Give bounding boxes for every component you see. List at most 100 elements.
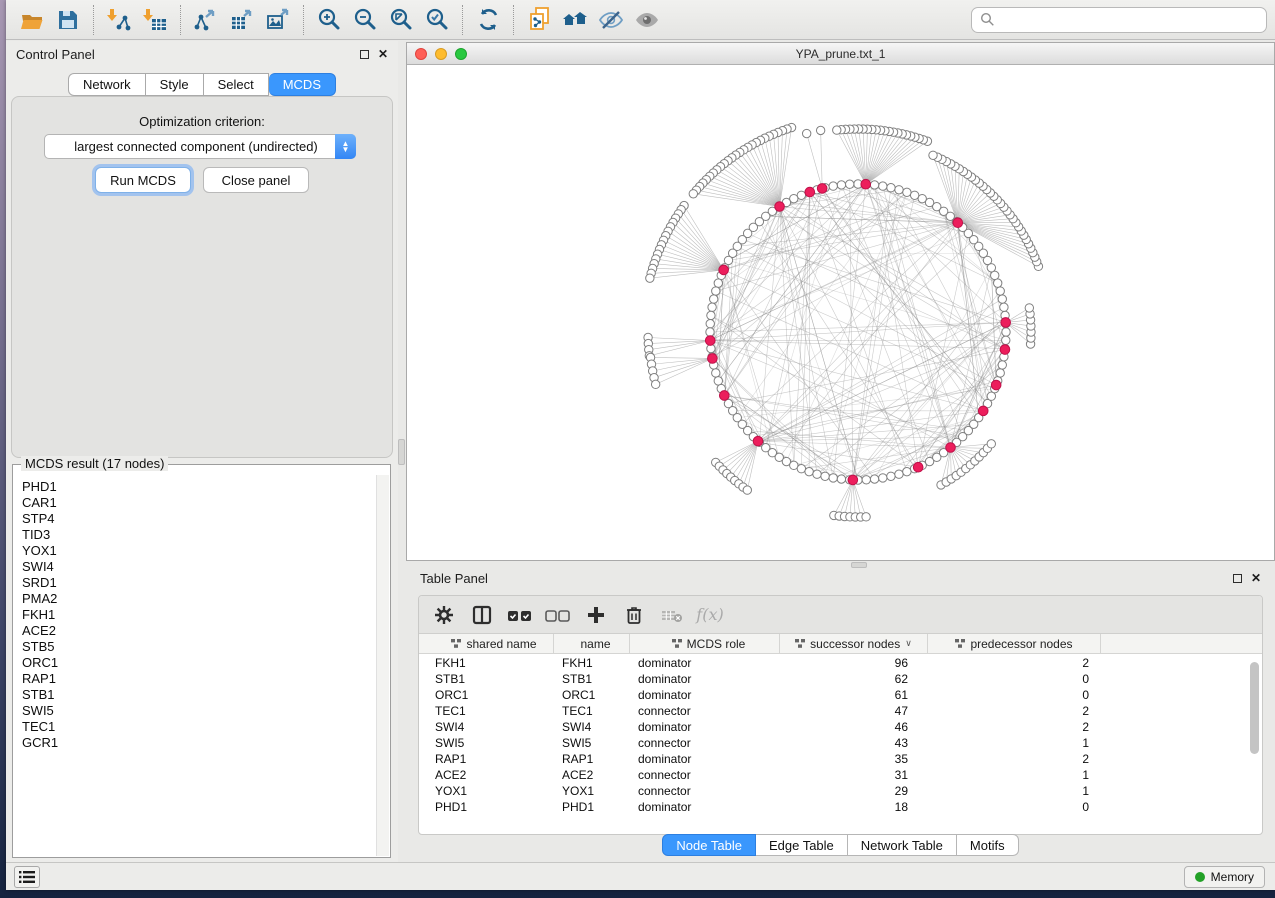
zoom-out-icon[interactable] <box>347 3 383 37</box>
mcds-list-scrollbar[interactable] <box>376 475 389 856</box>
zoom-in-icon[interactable] <box>311 3 347 37</box>
cell-shared-name[interactable]: RAP1 <box>419 752 554 766</box>
tab-select[interactable]: Select <box>204 73 269 96</box>
mcds-result-item[interactable]: PHD1 <box>22 479 376 495</box>
show-graphics-icon[interactable] <box>629 3 665 37</box>
cell-shared-name[interactable]: ORC1 <box>419 688 554 702</box>
column-header-shared-name[interactable]: shared name <box>419 634 554 653</box>
splitter-handle[interactable] <box>398 439 405 465</box>
cell-shared-name[interactable]: SWI4 <box>419 720 554 734</box>
cell-name[interactable]: SWI5 <box>554 736 630 750</box>
cell-successor-nodes[interactable]: 62 <box>780 672 928 686</box>
table-row[interactable]: SWI4 SWI4 dominator 46 2 <box>419 719 1249 735</box>
table-scrollbar-thumb[interactable] <box>1250 662 1259 754</box>
add-column-icon[interactable] <box>577 598 615 632</box>
delete-column-icon[interactable] <box>615 598 653 632</box>
network-graph[interactable] <box>407 65 1273 559</box>
mcds-result-item[interactable]: STB5 <box>22 639 376 655</box>
save-session-icon[interactable] <box>50 3 86 37</box>
cell-successor-nodes[interactable]: 43 <box>780 736 928 750</box>
cell-shared-name[interactable]: ACE2 <box>419 768 554 782</box>
cell-predecessor-nodes[interactable]: 1 <box>928 784 1101 798</box>
cell-name[interactable]: SWI4 <box>554 720 630 734</box>
float-panel-icon[interactable] <box>360 50 369 59</box>
tab-node-table[interactable]: Node Table <box>662 834 756 856</box>
column-header-successor-nodes[interactable]: successor nodes ∨ <box>780 634 928 653</box>
tab-motifs[interactable]: Motifs <box>957 834 1019 856</box>
cell-predecessor-nodes[interactable]: 2 <box>928 752 1101 766</box>
cell-shared-name[interactable]: YOX1 <box>419 784 554 798</box>
zoom-selected-icon[interactable] <box>419 3 455 37</box>
mcds-result-item[interactable]: YOX1 <box>22 543 376 559</box>
table-row[interactable]: ORC1 ORC1 dominator 61 0 <box>419 687 1249 703</box>
cell-shared-name[interactable]: SWI5 <box>419 736 554 750</box>
cell-name[interactable]: ORC1 <box>554 688 630 702</box>
mcds-result-item[interactable]: TID3 <box>22 527 376 543</box>
mcds-result-item[interactable]: ACE2 <box>22 623 376 639</box>
cell-successor-nodes[interactable]: 35 <box>780 752 928 766</box>
vertical-splitter[interactable] <box>398 41 405 862</box>
close-panel-button[interactable]: Close panel <box>203 167 309 193</box>
cell-name[interactable]: YOX1 <box>554 784 630 798</box>
tab-network-table[interactable]: Network Table <box>848 834 957 856</box>
close-table-panel-icon[interactable]: ✕ <box>1251 572 1261 584</box>
cell-successor-nodes[interactable]: 61 <box>780 688 928 702</box>
mcds-result-item[interactable]: GCR1 <box>22 735 376 751</box>
tab-network[interactable]: Network <box>68 73 146 96</box>
float-table-panel-icon[interactable] <box>1233 574 1242 583</box>
hide-panels-icon[interactable] <box>593 3 629 37</box>
mcds-result-list[interactable]: PHD1CAR1STP4TID3YOX1SWI4SRD1PMA2FKH1ACE2… <box>14 475 376 856</box>
optimization-criterion-select[interactable]: largest connected component (undirected)… <box>44 134 356 159</box>
memory-button[interactable]: Memory <box>1184 866 1265 888</box>
cell-mcds-role[interactable]: dominator <box>630 688 780 702</box>
mcds-result-item[interactable]: ORC1 <box>22 655 376 671</box>
cell-predecessor-nodes[interactable]: 2 <box>928 720 1101 734</box>
import-network-icon[interactable] <box>101 3 137 37</box>
cell-successor-nodes[interactable]: 31 <box>780 768 928 782</box>
cell-predecessor-nodes[interactable]: 0 <box>928 800 1101 814</box>
cell-shared-name[interactable]: STB1 <box>419 672 554 686</box>
cell-successor-nodes[interactable]: 18 <box>780 800 928 814</box>
run-mcds-button[interactable]: Run MCDS <box>95 167 191 193</box>
refresh-view-icon[interactable] <box>470 3 506 37</box>
cell-mcds-role[interactable]: dominator <box>630 656 780 670</box>
column-header-predecessor-nodes[interactable]: predecessor nodes <box>928 634 1101 653</box>
cell-shared-name[interactable]: PHD1 <box>419 800 554 814</box>
clone-network-icon[interactable] <box>521 3 557 37</box>
close-panel-icon[interactable]: ✕ <box>378 48 388 60</box>
cell-shared-name[interactable]: TEC1 <box>419 704 554 718</box>
mcds-result-item[interactable]: SWI4 <box>22 559 376 575</box>
cell-predecessor-nodes[interactable]: 2 <box>928 656 1101 670</box>
mcds-result-item[interactable]: SWI5 <box>22 703 376 719</box>
table-settings-icon[interactable] <box>425 598 463 632</box>
import-table-icon[interactable] <box>137 3 173 37</box>
cell-name[interactable]: PHD1 <box>554 800 630 814</box>
network-manager-icon[interactable] <box>557 3 593 37</box>
table-row[interactable]: SWI5 SWI5 connector 43 1 <box>419 735 1249 751</box>
tab-style[interactable]: Style <box>146 73 204 96</box>
cell-shared-name[interactable]: FKH1 <box>419 656 554 670</box>
table-scrollbar[interactable] <box>1250 658 1260 830</box>
cell-name[interactable]: TEC1 <box>554 704 630 718</box>
select-all-checkboxes-icon[interactable] <box>501 598 539 632</box>
mcds-result-item[interactable]: STB1 <box>22 687 376 703</box>
cell-mcds-role[interactable]: dominator <box>630 752 780 766</box>
zoom-fit-icon[interactable] <box>383 3 419 37</box>
column-header-mcds-role[interactable]: MCDS role <box>630 634 780 653</box>
cell-mcds-role[interactable]: dominator <box>630 672 780 686</box>
mcds-result-item[interactable]: CAR1 <box>22 495 376 511</box>
cell-mcds-role[interactable]: dominator <box>630 720 780 734</box>
export-network-icon[interactable] <box>188 3 224 37</box>
cell-name[interactable]: STB1 <box>554 672 630 686</box>
tab-edge-table[interactable]: Edge Table <box>756 834 848 856</box>
mcds-result-item[interactable]: TEC1 <box>22 719 376 735</box>
deselect-all-checkboxes-icon[interactable] <box>539 598 577 632</box>
function-builder-icon[interactable]: f(x) <box>691 598 729 632</box>
mcds-result-item[interactable]: RAP1 <box>22 671 376 687</box>
cell-mcds-role[interactable]: connector <box>630 736 780 750</box>
open-file-icon[interactable] <box>14 3 50 37</box>
table-row[interactable]: FKH1 FKH1 dominator 96 2 <box>419 655 1249 671</box>
export-table-icon[interactable] <box>224 3 260 37</box>
table-row[interactable]: YOX1 YOX1 connector 29 1 <box>419 783 1249 799</box>
cell-name[interactable]: RAP1 <box>554 752 630 766</box>
